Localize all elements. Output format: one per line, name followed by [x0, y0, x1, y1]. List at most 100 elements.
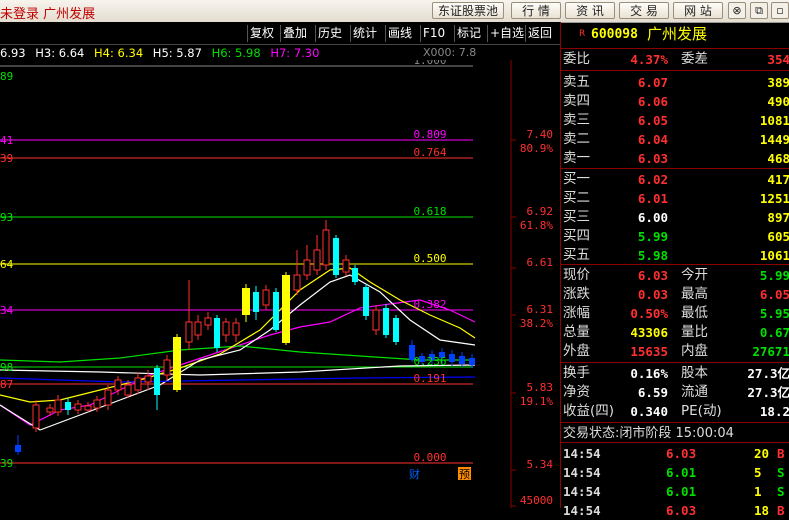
row-label-2: 内盘 [681, 343, 708, 359]
fib-label: 0.382 [413, 298, 446, 311]
candle-body [104, 389, 112, 406]
candle-body [163, 359, 171, 376]
fib-label: 0.000 [413, 451, 446, 464]
tick-time: 14:54 [563, 446, 601, 461]
row-label-2: 最低 [681, 305, 708, 321]
row-label: 买三 [563, 209, 590, 225]
close-icon[interactable]: ⊗ [728, 2, 746, 19]
tick-volume: 18 [754, 503, 770, 518]
fib-label: 1.000 [413, 60, 446, 67]
pct-tick-label: 38.2% [520, 317, 553, 330]
price-tick-label: 6.92 [527, 205, 554, 218]
candle-body [293, 274, 301, 291]
order-ratio-row: 委比 4.37% 委差 354 [563, 51, 789, 67]
row-label: 买五 [563, 247, 590, 263]
row-label: 涨幅 [563, 305, 590, 321]
row-value: 6.06 [637, 94, 668, 109]
candle-body [273, 292, 279, 330]
tick-price: 6.03 [666, 503, 697, 518]
back-button[interactable]: 返回 [525, 25, 558, 42]
candle-body [114, 379, 122, 391]
tick-row: 14:54 6.01 5 S [561, 463, 789, 482]
website-button[interactable]: 网 站 [673, 2, 723, 19]
candle-body [124, 384, 132, 396]
row-value: 6.00 [637, 210, 668, 225]
candle-body [232, 322, 240, 336]
candle-body [46, 407, 54, 413]
row-label: 现价 [563, 267, 590, 283]
restore-icon[interactable]: ⧉ [750, 2, 768, 19]
mark-button[interactable]: 标记 [454, 25, 487, 42]
ma-line-green [0, 345, 475, 363]
row-value: 6.03 [637, 151, 668, 166]
add-watchlist-button[interactable]: +自选 [487, 25, 525, 42]
candle-body [363, 287, 369, 316]
candle-body [352, 268, 358, 282]
row-value-2: 27.3亿 [747, 385, 789, 400]
row-value: 0.50% [630, 306, 668, 321]
row-label-2: 流通 [681, 384, 708, 400]
stat-row: 涨跌 0.03 最高 6.05 [561, 285, 789, 304]
tick-row: 14:54 6.03 20 B [561, 444, 789, 463]
row-label: 外盘 [563, 343, 590, 359]
row-value-2: 5.99 [759, 268, 789, 283]
candle-body [65, 402, 71, 410]
row-label: 涨跌 [563, 286, 590, 302]
fib-label: 0.618 [413, 205, 446, 218]
fib-label: 0.191 [413, 372, 446, 385]
row-value: 6.07 [637, 75, 668, 90]
stats-button[interactable]: 统计 [350, 25, 385, 42]
candle-body [333, 238, 339, 275]
minimize-icon[interactable]: ▫ [771, 2, 789, 19]
row-label-2: PE(动) [681, 403, 722, 419]
row-label: 买二 [563, 190, 590, 206]
row-value: 6.02 [637, 172, 668, 187]
candle-body [313, 249, 321, 271]
news-button[interactable]: 资 讯 [565, 2, 615, 19]
fundamental-row: 净资 6.59 流通 27.3亿 [561, 383, 789, 402]
price-tick-label: 45000 [520, 494, 553, 507]
row-value-2: 1449 [759, 132, 789, 147]
tick-time: 14:54 [563, 465, 601, 480]
row-value-2: 897 [767, 210, 789, 225]
candle-body [134, 377, 142, 391]
price-tick-label: 5.34 [527, 458, 554, 471]
ask-row: 卖一 6.03 468 [561, 149, 789, 168]
row-value: 6.59 [637, 385, 668, 400]
price-tick-label: 6.31 [527, 303, 554, 316]
ma-line-purple [0, 299, 476, 426]
stock-pool-button[interactable]: 东证股票池 [432, 2, 504, 19]
tick-volume: 5 [754, 465, 762, 480]
candle-body [303, 259, 311, 276]
adjust-button[interactable]: 复权 [247, 25, 280, 42]
row-value: 6.03 [637, 268, 668, 283]
row-value: 0.03 [637, 287, 668, 302]
overlay-label: X000: 7.8 [423, 46, 477, 59]
app-title: 未登录 广州发展 [0, 7, 96, 22]
history-button[interactable]: 历史 [315, 25, 350, 42]
tick-time: 14:54 [563, 484, 601, 499]
row-value-2: 27671 [752, 344, 789, 359]
candle-body [204, 317, 212, 326]
overlay-button[interactable]: 叠加 [280, 25, 315, 42]
price-tick-label: 7.40 [527, 128, 554, 141]
row-label: 买一 [563, 171, 590, 187]
market-button[interactable]: 行 情 [511, 2, 561, 19]
candle-body [194, 321, 202, 336]
row-label: 换手 [563, 365, 590, 381]
row-label-2: 今开 [681, 267, 708, 283]
row-value-2: 605 [767, 229, 789, 244]
candle-body [469, 358, 475, 365]
tick-price: 6.03 [666, 446, 697, 461]
stat-row: 现价 6.03 今开 5.99 [561, 266, 789, 285]
fib-label: 0.809 [413, 128, 446, 141]
draw-button[interactable]: 画线 [385, 25, 420, 42]
tick-volume: 1 [754, 484, 762, 499]
row-label: 收益(四) [563, 403, 615, 419]
candle-body [222, 321, 230, 336]
f10-button[interactable]: F10 [420, 25, 454, 42]
kline-chart[interactable]: 1.000 0.809 0.764 0.618 0.500 0.382 0.236 0.191… [0, 60, 560, 508]
candle-body [214, 318, 220, 348]
trade-button[interactable]: 交 易 [619, 2, 669, 19]
stock-code: 600098 [591, 27, 638, 42]
